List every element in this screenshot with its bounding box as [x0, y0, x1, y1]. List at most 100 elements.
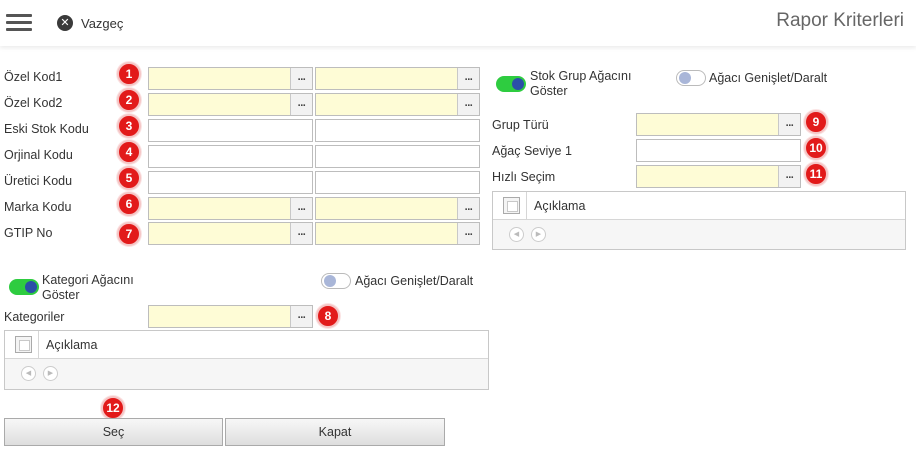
agac-seviye-1-label: Ağaç Seviye 1 — [492, 144, 572, 158]
grid-header: Açıklama — [493, 192, 905, 220]
step-badge: 2 — [117, 88, 141, 112]
prev-page-icon[interactable]: ◀ — [509, 227, 524, 242]
close-circle-icon: ✕ — [57, 15, 73, 31]
orjinal-kodu-from-field[interactable] — [148, 145, 313, 168]
ozel-kod1-to-lookup-button[interactable]: ... — [457, 68, 479, 89]
step-badge: 7 — [117, 222, 141, 246]
kategoriler-lookup-button[interactable]: ... — [290, 306, 312, 327]
hizli-secim-lookup-button[interactable]: ... — [778, 166, 800, 187]
uretici-kodu-from-input[interactable] — [149, 172, 312, 193]
kategoriler-field[interactable]: ... — [148, 305, 313, 328]
grid-pager: ◀ ▶ — [5, 359, 488, 389]
eski-stok-kodu-to-field[interactable] — [315, 119, 480, 142]
hizli-secim-label: Hızlı Seçim — [492, 170, 556, 184]
step-badge: 3 — [117, 114, 141, 138]
ozel-kod1-from-field[interactable]: ... — [148, 67, 313, 90]
ozel-kod2-label: Özel Kod2 — [4, 96, 63, 110]
ozel-kod2-from-lookup-button[interactable]: ... — [290, 94, 312, 115]
uretici-kodu-label: Üretici Kodu — [4, 174, 73, 188]
kategoriler-input[interactable] — [149, 306, 290, 327]
gtip-no-to-input[interactable] — [316, 223, 457, 244]
orjinal-kodu-to-field[interactable] — [315, 145, 480, 168]
grup-turu-input[interactable] — [637, 114, 778, 135]
select-all-checkbox[interactable] — [503, 197, 520, 214]
orjinal-kodu-from-input[interactable] — [149, 146, 312, 167]
step-badge: 10 — [804, 136, 828, 160]
orjinal-kodu-label: Orjinal Kodu — [4, 148, 73, 162]
eski-stok-kodu-label: Eski Stok Kodu — [4, 122, 89, 136]
hizli-secim-input[interactable] — [637, 166, 778, 187]
stok-grup-expand-toggle[interactable] — [676, 70, 706, 86]
select-button[interactable]: Seç — [4, 418, 223, 446]
step-badge: 5 — [117, 166, 141, 190]
gtip-no-from-field[interactable]: ... — [148, 222, 313, 245]
uretici-kodu-from-field[interactable] — [148, 171, 313, 194]
stok-grup-tree-toggle-label: Stok Grup Ağacını Göster — [530, 69, 632, 98]
marka-kodu-to-input[interactable] — [316, 198, 457, 219]
next-page-icon[interactable]: ▶ — [531, 227, 546, 242]
page-title: Rapor Kriterleri — [776, 10, 904, 31]
marka-kodu-label: Marka Kodu — [4, 200, 72, 214]
stok-grup-grid: Açıklama ◀ ▶ — [492, 191, 906, 250]
gtip-no-to-lookup-button[interactable]: ... — [457, 223, 479, 244]
gtip-no-to-field[interactable]: ... — [315, 222, 480, 245]
grid-header: Açıklama — [5, 331, 488, 359]
gtip-no-from-input[interactable] — [149, 223, 290, 244]
hamburger-menu-icon[interactable] — [6, 13, 32, 33]
step-badge: 9 — [804, 110, 828, 134]
agac-seviye-1-field[interactable] — [636, 139, 801, 162]
marka-kodu-from-lookup-button[interactable]: ... — [290, 198, 312, 219]
next-page-icon[interactable]: ▶ — [43, 366, 58, 381]
ozel-kod1-from-lookup-button[interactable]: ... — [290, 68, 312, 89]
kategori-expand-label: Ağacı Genişlet/Daralt — [355, 274, 474, 288]
marka-kodu-from-input[interactable] — [149, 198, 290, 219]
grup-turu-field[interactable]: ... — [636, 113, 801, 136]
marka-kodu-to-lookup-button[interactable]: ... — [457, 198, 479, 219]
kategori-tree-toggle-label: Kategori Ağacını Göster — [42, 273, 134, 302]
step-badge: 11 — [804, 162, 828, 186]
toggle-knob — [512, 78, 524, 90]
prev-page-icon[interactable]: ◀ — [21, 366, 36, 381]
grup-turu-lookup-button[interactable]: ... — [778, 114, 800, 135]
grup-turu-label: Grup Türü — [492, 118, 549, 132]
ozel-kod1-from-input[interactable] — [149, 68, 290, 89]
kategori-tree-toggle[interactable] — [9, 279, 39, 295]
top-bar: ✕ Vazgeç Rapor Kriterleri — [0, 0, 916, 46]
marka-kodu-to-field[interactable]: ... — [315, 197, 480, 220]
ozel-kod2-from-input[interactable] — [149, 94, 290, 115]
kategori-expand-toggle[interactable] — [321, 273, 351, 289]
ozel-kod2-to-field[interactable]: ... — [315, 93, 480, 116]
close-button[interactable]: Kapat — [225, 418, 445, 446]
kategori-grid: Açıklama ◀ ▶ — [4, 330, 489, 390]
uretici-kodu-to-field[interactable] — [315, 171, 480, 194]
eski-stok-kodu-to-input[interactable] — [316, 120, 479, 141]
step-badge: 1 — [117, 62, 141, 86]
ozel-kod2-to-lookup-button[interactable]: ... — [457, 94, 479, 115]
step-badge: 12 — [101, 396, 125, 420]
grid-pager: ◀ ▶ — [493, 220, 905, 249]
toggle-knob — [324, 275, 336, 287]
kategoriler-label: Kategoriler — [4, 310, 65, 324]
aciklama-column-header[interactable]: Açıklama — [534, 199, 585, 213]
gtip-no-from-lookup-button[interactable]: ... — [290, 223, 312, 244]
agac-seviye-1-input[interactable] — [637, 140, 800, 161]
select-all-checkbox[interactable] — [15, 336, 32, 353]
uretici-kodu-to-input[interactable] — [316, 172, 479, 193]
orjinal-kodu-to-input[interactable] — [316, 146, 479, 167]
ozel-kod1-to-input[interactable] — [316, 68, 457, 89]
eski-stok-kodu-from-input[interactable] — [149, 120, 312, 141]
marka-kodu-from-field[interactable]: ... — [148, 197, 313, 220]
ozel-kod1-to-field[interactable]: ... — [315, 67, 480, 90]
cancel-button[interactable]: ✕ Vazgeç — [57, 14, 123, 32]
stok-grup-expand-label: Ağacı Genişlet/Daralt — [709, 71, 828, 85]
eski-stok-kodu-from-field[interactable] — [148, 119, 313, 142]
gtip-no-label: GTIP No — [4, 226, 53, 240]
aciklama-column-header[interactable]: Açıklama — [46, 338, 97, 352]
step-badge: 8 — [316, 304, 340, 328]
ozel-kod1-label: Özel Kod1 — [4, 70, 63, 84]
ozel-kod2-from-field[interactable]: ... — [148, 93, 313, 116]
hizli-secim-field[interactable]: ... — [636, 165, 801, 188]
stok-grup-tree-toggle[interactable] — [496, 76, 526, 92]
cancel-label: Vazgeç — [81, 15, 124, 31]
ozel-kod2-to-input[interactable] — [316, 94, 457, 115]
